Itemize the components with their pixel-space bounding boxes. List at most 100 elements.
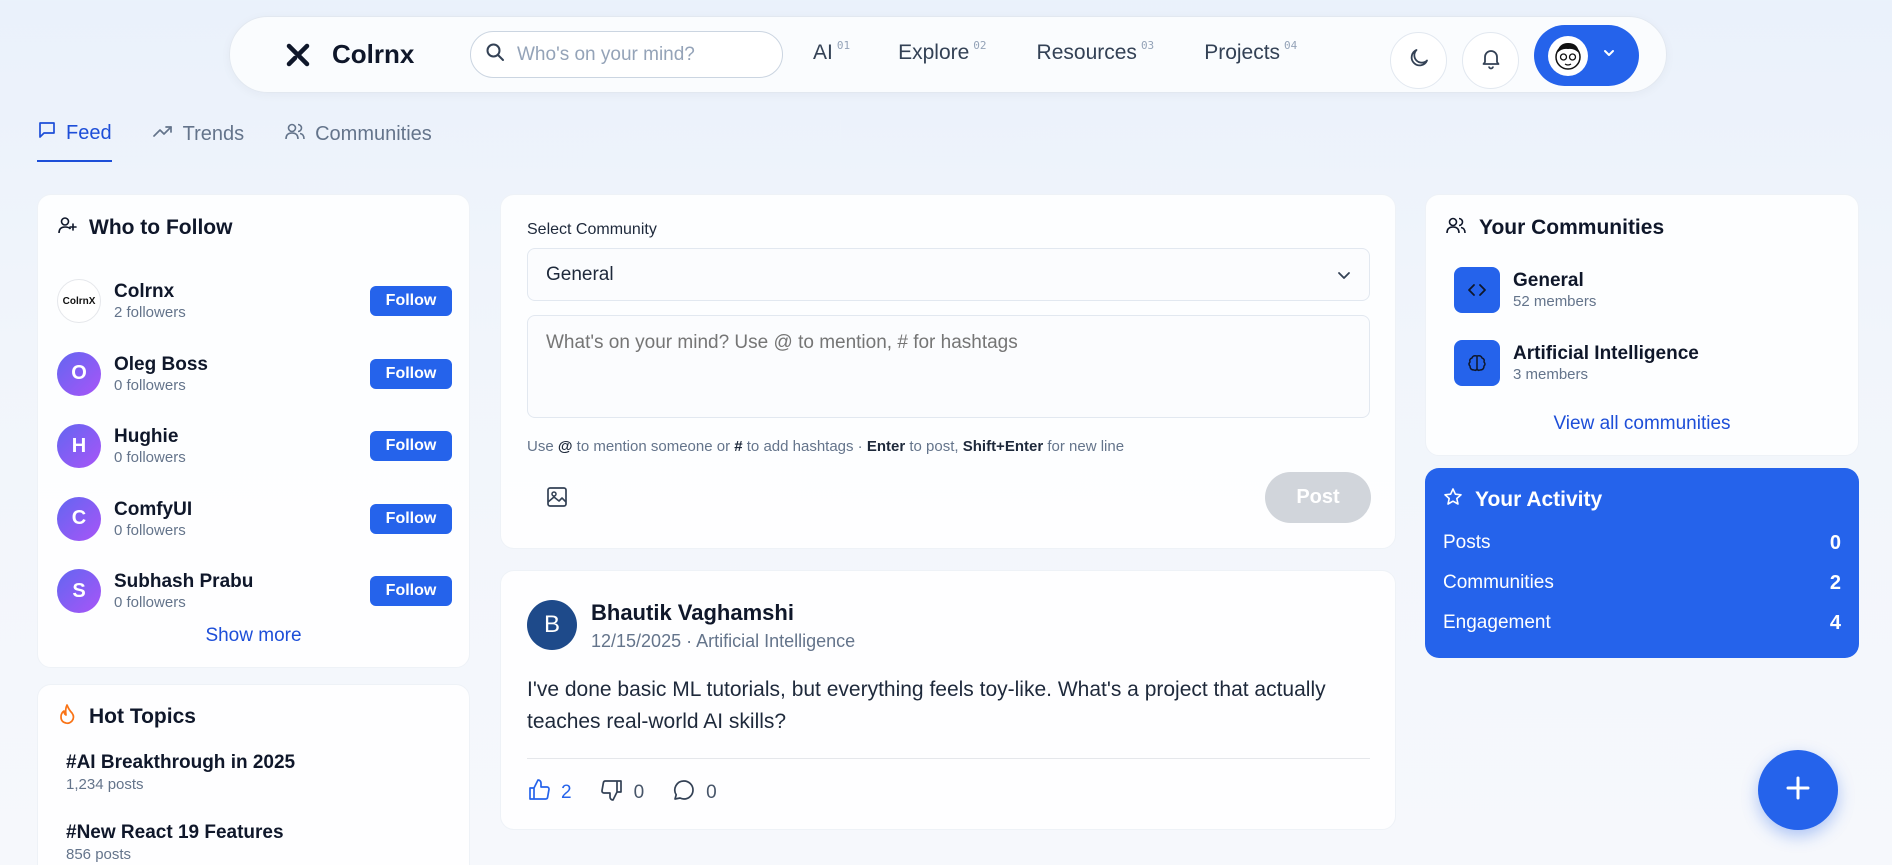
user-name[interactable]: Oleg Boss: [114, 354, 370, 376]
avatar[interactable]: ColrnX: [57, 279, 101, 324]
selected-community: General: [546, 263, 614, 285]
community-name: Artificial Intelligence: [1513, 343, 1699, 364]
divider: [527, 758, 1370, 759]
star-icon: [1443, 487, 1463, 513]
list-item: C ComfyUI 0 followers Follow: [57, 483, 452, 556]
topic-name: #New React 19 Features: [66, 822, 284, 843]
tab-communities[interactable]: Communities: [284, 120, 432, 162]
post-button[interactable]: Post: [1265, 472, 1371, 523]
post-meta: 12/15/2025 · Artificial Intelligence: [591, 631, 856, 651]
thumbs-down-icon: [600, 778, 624, 808]
users-icon: [1445, 215, 1467, 241]
moon-icon: [1407, 46, 1431, 75]
nav-ai[interactable]: AI 01: [813, 39, 850, 65]
brain-icon: [1454, 340, 1500, 386]
search-input[interactable]: [517, 43, 767, 66]
theme-toggle-button[interactable]: [1390, 32, 1447, 89]
who-to-follow-list: ColrnX Colrnx 2 followers Follow O Oleg B…: [57, 265, 452, 628]
list-item[interactable]: #AI Breakthrough in 2025 1,234 posts: [66, 752, 295, 793]
plus-icon: [1783, 773, 1813, 808]
comment-icon: [672, 778, 696, 808]
brand-logo-icon: [284, 41, 312, 69]
notifications-button[interactable]: [1462, 32, 1519, 89]
code-icon: [1454, 267, 1500, 313]
avatar[interactable]: C: [57, 496, 101, 541]
user-name[interactable]: Colrnx: [114, 281, 370, 303]
avatar[interactable]: H: [57, 424, 101, 469]
brand[interactable]: Colrnx: [284, 39, 414, 70]
follow-button[interactable]: Follow: [370, 503, 452, 534]
thumbs-up-icon: [527, 778, 551, 808]
tab-feed[interactable]: Feed: [37, 120, 112, 162]
your-activity-card: Your Activity Posts 0 Communities 2 Engage…: [1425, 468, 1859, 658]
community-item-general[interactable]: General 52 members: [1454, 267, 1596, 313]
activity-row-engagement: Engagement 4: [1443, 612, 1841, 634]
post-card: B Bhautik Vaghamshi 12/15/2025 · Artific…: [500, 570, 1396, 830]
image-upload-icon[interactable]: [545, 485, 569, 514]
list-item[interactable]: #New React 19 Features 856 posts: [66, 822, 284, 863]
post-textarea[interactable]: [527, 315, 1370, 418]
your-communities-title: Your Communities: [1445, 215, 1664, 241]
create-post-fab[interactable]: [1758, 750, 1838, 830]
avatar[interactable]: B: [527, 600, 577, 650]
follow-button[interactable]: Follow: [370, 576, 452, 607]
post-actions: 2 0 0: [527, 778, 717, 808]
list-item: O Oleg Boss 0 followers Follow: [57, 338, 452, 411]
dislike-button[interactable]: 0: [600, 778, 645, 808]
topic-name: #AI Breakthrough in 2025: [66, 752, 296, 773]
follower-count: 0 followers: [114, 376, 186, 394]
activity-row-communities: Communities 2: [1443, 572, 1841, 594]
topic-post-count: 1,234 posts: [66, 776, 144, 793]
your-communities-card: Your Communities General 52 members Artif…: [1425, 194, 1859, 456]
hot-topics-title: Hot Topics: [57, 703, 196, 731]
users-icon: [284, 121, 306, 147]
like-button[interactable]: 2: [527, 778, 572, 808]
trending-up-icon: [152, 121, 174, 147]
your-activity-title: Your Activity: [1443, 487, 1602, 513]
avatar[interactable]: O: [57, 351, 101, 396]
chevron-down-icon: [1602, 46, 1616, 65]
tab-trends[interactable]: Trends: [152, 120, 244, 162]
list-item: ColrnX Colrnx 2 followers Follow: [57, 265, 452, 338]
nav-explore[interactable]: Explore 02: [898, 39, 986, 65]
feed-tabs: Feed Trends Communities: [37, 120, 432, 162]
follower-count: 0 followers: [114, 521, 186, 539]
user-name[interactable]: Subhash Prabu: [114, 571, 370, 593]
member-count: 52 members: [1513, 293, 1597, 310]
follower-count: 2 followers: [114, 304, 186, 322]
flame-icon: [57, 703, 77, 731]
avatar: [1548, 35, 1588, 76]
activity-row-posts: Posts 0: [1443, 532, 1841, 554]
follow-button[interactable]: Follow: [370, 286, 452, 317]
who-to-follow-title: Who to Follow: [57, 215, 232, 241]
follow-button[interactable]: Follow: [370, 358, 452, 389]
follower-count: 0 followers: [114, 594, 186, 612]
post-author[interactable]: Bhautik Vaghamshi: [591, 600, 794, 626]
dislike-count: 0: [633, 782, 645, 803]
brand-name: Colrnx: [332, 39, 415, 69]
hot-topics-card: Hot Topics #AI Breakthrough in 2025 1,23…: [37, 684, 470, 865]
nav-projects[interactable]: Projects 04: [1204, 39, 1297, 65]
nav-resources[interactable]: Resources 03: [1037, 39, 1155, 65]
message-square-icon: [37, 120, 57, 146]
post-body: I've done basic ML tutorials, but everyt…: [527, 678, 1326, 733]
post-composer: Select Community General Use @ to mentio…: [500, 194, 1396, 549]
like-count: 2: [561, 782, 572, 803]
show-more-link[interactable]: Show more: [38, 625, 469, 647]
community-item-ai[interactable]: Artificial Intelligence 3 members: [1454, 340, 1699, 386]
avatar[interactable]: S: [57, 569, 101, 614]
profile-menu-button[interactable]: [1534, 25, 1639, 86]
list-item: H Hughie 0 followers Follow: [57, 410, 452, 483]
bell-icon: [1479, 46, 1503, 75]
view-all-communities-link[interactable]: View all communities: [1426, 413, 1858, 435]
user-name[interactable]: ComfyUI: [114, 499, 370, 521]
search-box[interactable]: [470, 31, 783, 78]
comment-button[interactable]: 0: [672, 778, 717, 808]
select-community-label: Select Community: [527, 221, 657, 238]
topic-post-count: 856 posts: [66, 846, 132, 863]
user-name[interactable]: Hughie: [114, 426, 370, 448]
follow-button[interactable]: Follow: [370, 431, 452, 462]
list-item: S Subhash Prabu 0 followers Follow: [57, 555, 452, 628]
user-plus-icon: [57, 215, 77, 241]
community-select[interactable]: General: [527, 248, 1370, 301]
